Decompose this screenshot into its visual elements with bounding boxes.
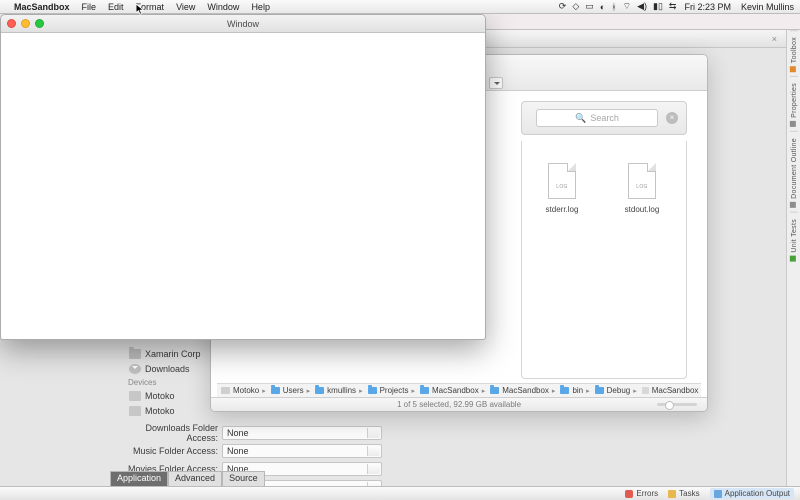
status-switch-icon[interactable]: ⇆ bbox=[669, 1, 677, 12]
status-dropbox-icon[interactable]: ◇ bbox=[572, 1, 579, 12]
status-application-output[interactable]: Application Output bbox=[710, 488, 794, 499]
ide-status-bar: Errors Tasks Application Output bbox=[0, 486, 800, 500]
sidebar-item-xamarin[interactable]: Xamarin Corp bbox=[126, 346, 214, 361]
panel-properties[interactable]: Properties bbox=[790, 76, 798, 131]
path-seg[interactable]: Motoko▸ bbox=[221, 386, 269, 395]
folder-icon bbox=[368, 387, 377, 394]
file-item[interactable]: LOG stderr.log bbox=[522, 163, 602, 214]
output-icon bbox=[714, 490, 722, 498]
panel-toolbox[interactable]: Toolbox bbox=[790, 30, 798, 76]
folder-icon bbox=[129, 349, 141, 359]
menu-window[interactable]: Window bbox=[207, 2, 239, 12]
music-access-select[interactable]: None bbox=[222, 444, 382, 458]
finder-action-dropdown[interactable] bbox=[489, 77, 503, 89]
solution-sidebar: Xamarin Corp Downloads Devices Motoko Mo… bbox=[126, 346, 214, 418]
file-icon: LOG bbox=[628, 163, 656, 199]
folder-icon bbox=[490, 387, 499, 394]
harddrive-icon bbox=[129, 391, 141, 401]
option-label: Downloads Folder Access: bbox=[120, 423, 218, 443]
sidebar-device[interactable]: Motoko bbox=[126, 388, 214, 403]
app-window: Window bbox=[0, 14, 486, 340]
folder-icon bbox=[560, 387, 569, 394]
ide-right-panels: Toolbox Properties Document Outline Unit… bbox=[786, 30, 800, 486]
harddrive-icon bbox=[129, 406, 141, 416]
status-errors[interactable]: Errors bbox=[625, 489, 658, 498]
panel-document-outline[interactable]: Document Outline bbox=[790, 131, 798, 212]
path-seg[interactable]: MacSandbox bbox=[642, 386, 699, 395]
file-icon: LOG bbox=[548, 163, 576, 199]
desktop: ▲ 1 × Toolbox Properties Document Outlin… bbox=[0, 14, 800, 486]
errors-icon bbox=[625, 490, 633, 498]
path-seg[interactable]: Projects▸ bbox=[368, 386, 418, 395]
file-name: stdout.log bbox=[625, 205, 660, 214]
folder-icon bbox=[315, 387, 324, 394]
app-titlebar[interactable]: Window bbox=[1, 15, 485, 33]
file-name: stderr.log bbox=[546, 205, 579, 214]
finder-search-input[interactable]: 🔍Search bbox=[536, 109, 658, 127]
status-battery-icon[interactable]: ▮▯ bbox=[653, 1, 663, 12]
chevron-down-icon bbox=[371, 449, 377, 455]
chevron-down-icon bbox=[371, 431, 377, 437]
finder-path-bar: Motoko▸ Users▸ kmullins▸ Projects▸ MacSa… bbox=[217, 383, 701, 397]
minimize-button[interactable] bbox=[21, 19, 30, 28]
tasks-icon bbox=[668, 490, 676, 498]
app-icon bbox=[642, 387, 649, 394]
close-button[interactable] bbox=[7, 19, 16, 28]
menubar-user[interactable]: Kevin Mullins bbox=[741, 2, 794, 12]
path-seg[interactable]: MacSandbox▸ bbox=[490, 386, 558, 395]
menu-file[interactable]: File bbox=[82, 2, 97, 12]
status-sync-icon[interactable]: ⟳ bbox=[559, 1, 567, 12]
path-seg[interactable]: bin▸ bbox=[560, 386, 592, 395]
menu-format[interactable]: Format bbox=[136, 2, 165, 12]
status-tasks[interactable]: Tasks bbox=[668, 489, 699, 498]
file-item[interactable]: LOG stdout.log bbox=[602, 163, 682, 214]
menu-help[interactable]: Help bbox=[251, 2, 270, 12]
path-seg[interactable]: Users▸ bbox=[271, 386, 313, 395]
tab-application[interactable]: Application bbox=[110, 471, 168, 486]
status-timemachine-icon[interactable]: ◐ bbox=[600, 2, 605, 12]
option-label: Music Folder Access: bbox=[120, 446, 218, 456]
tab-source[interactable]: Source bbox=[222, 471, 265, 486]
clear-search-icon[interactable]: × bbox=[666, 112, 678, 124]
menubar-clock[interactable]: Fri 2:23 PM bbox=[684, 2, 731, 12]
sidebar-devices-header: Devices bbox=[126, 376, 214, 388]
status-wifi-icon[interactable]: ⌔ bbox=[623, 1, 631, 12]
ide-header-close-icon[interactable]: × bbox=[769, 34, 780, 44]
chevron-down-icon bbox=[371, 467, 377, 473]
search-icon: 🔍 bbox=[575, 113, 586, 124]
path-seg[interactable]: kmullins▸ bbox=[315, 386, 365, 395]
folder-icon bbox=[595, 387, 604, 394]
menu-edit[interactable]: Edit bbox=[108, 2, 124, 12]
path-seg[interactable]: MacSandbox▸ bbox=[420, 386, 488, 395]
harddrive-icon bbox=[221, 387, 230, 394]
folder-icon bbox=[271, 387, 280, 394]
icon-size-slider[interactable] bbox=[657, 403, 697, 406]
app-menu[interactable]: MacSandbox bbox=[14, 2, 70, 12]
path-seg[interactable]: Debug▸ bbox=[595, 386, 640, 395]
folder-icon bbox=[420, 387, 429, 394]
sidebar-device[interactable]: Motoko bbox=[126, 403, 214, 418]
finder-status-text: 1 of 5 selected, 92.99 GB available bbox=[397, 400, 521, 409]
panel-unit-tests[interactable]: Unit Tests bbox=[790, 212, 798, 266]
menu-view[interactable]: View bbox=[176, 2, 195, 12]
window-title: Window bbox=[227, 19, 259, 29]
downloads-access-select[interactable]: None bbox=[222, 426, 382, 440]
finder-status-bar: 1 of 5 selected, 92.99 GB available bbox=[211, 397, 707, 411]
tab-advanced[interactable]: Advanced bbox=[168, 471, 222, 486]
status-bluetooth-icon[interactable]: ᚼ bbox=[611, 2, 616, 12]
window-controls bbox=[7, 19, 44, 28]
menu-bar: MacSandbox File Edit Format View Window … bbox=[0, 0, 800, 14]
status-volume-icon[interactable]: ◀) bbox=[637, 1, 647, 12]
finder-search-bar: 🔍Search × bbox=[521, 101, 687, 135]
download-icon bbox=[129, 364, 141, 374]
sidebar-item-downloads[interactable]: Downloads bbox=[126, 361, 214, 376]
zoom-button[interactable] bbox=[35, 19, 44, 28]
finder-content: LOG stderr.log LOG stdout.log bbox=[521, 141, 687, 379]
options-tabs: Application Advanced Source bbox=[110, 471, 265, 486]
status-display-icon[interactable]: ▭ bbox=[585, 1, 594, 12]
